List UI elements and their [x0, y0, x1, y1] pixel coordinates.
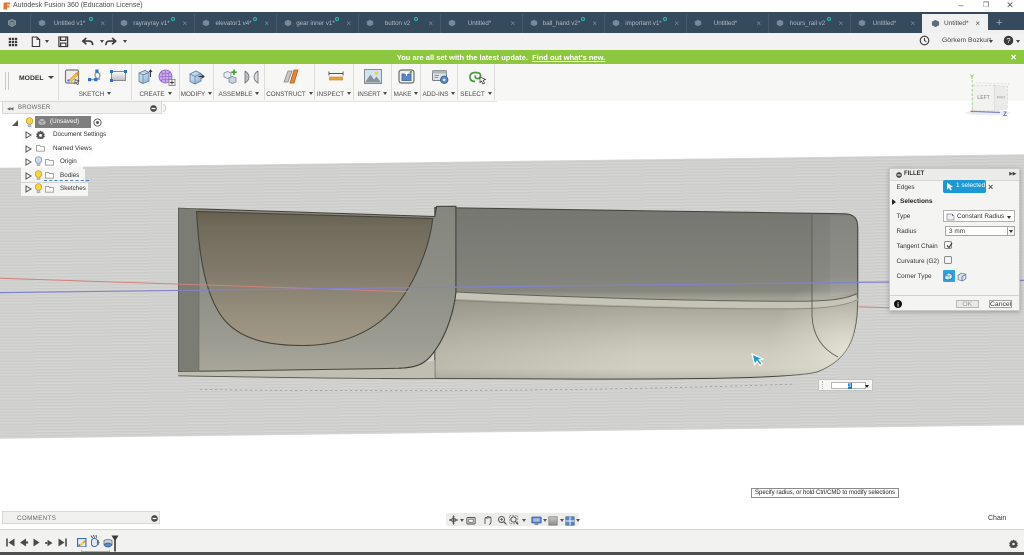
svg-text:FRO: FRO [997, 95, 1005, 100]
svg-text:LEFT: LEFT [977, 95, 990, 101]
svg-text:Y: Y [970, 74, 975, 81]
svg-text:i: i [897, 301, 899, 307]
svg-text:?: ? [1006, 36, 1010, 45]
svg-text:Z: Z [1003, 111, 1007, 118]
